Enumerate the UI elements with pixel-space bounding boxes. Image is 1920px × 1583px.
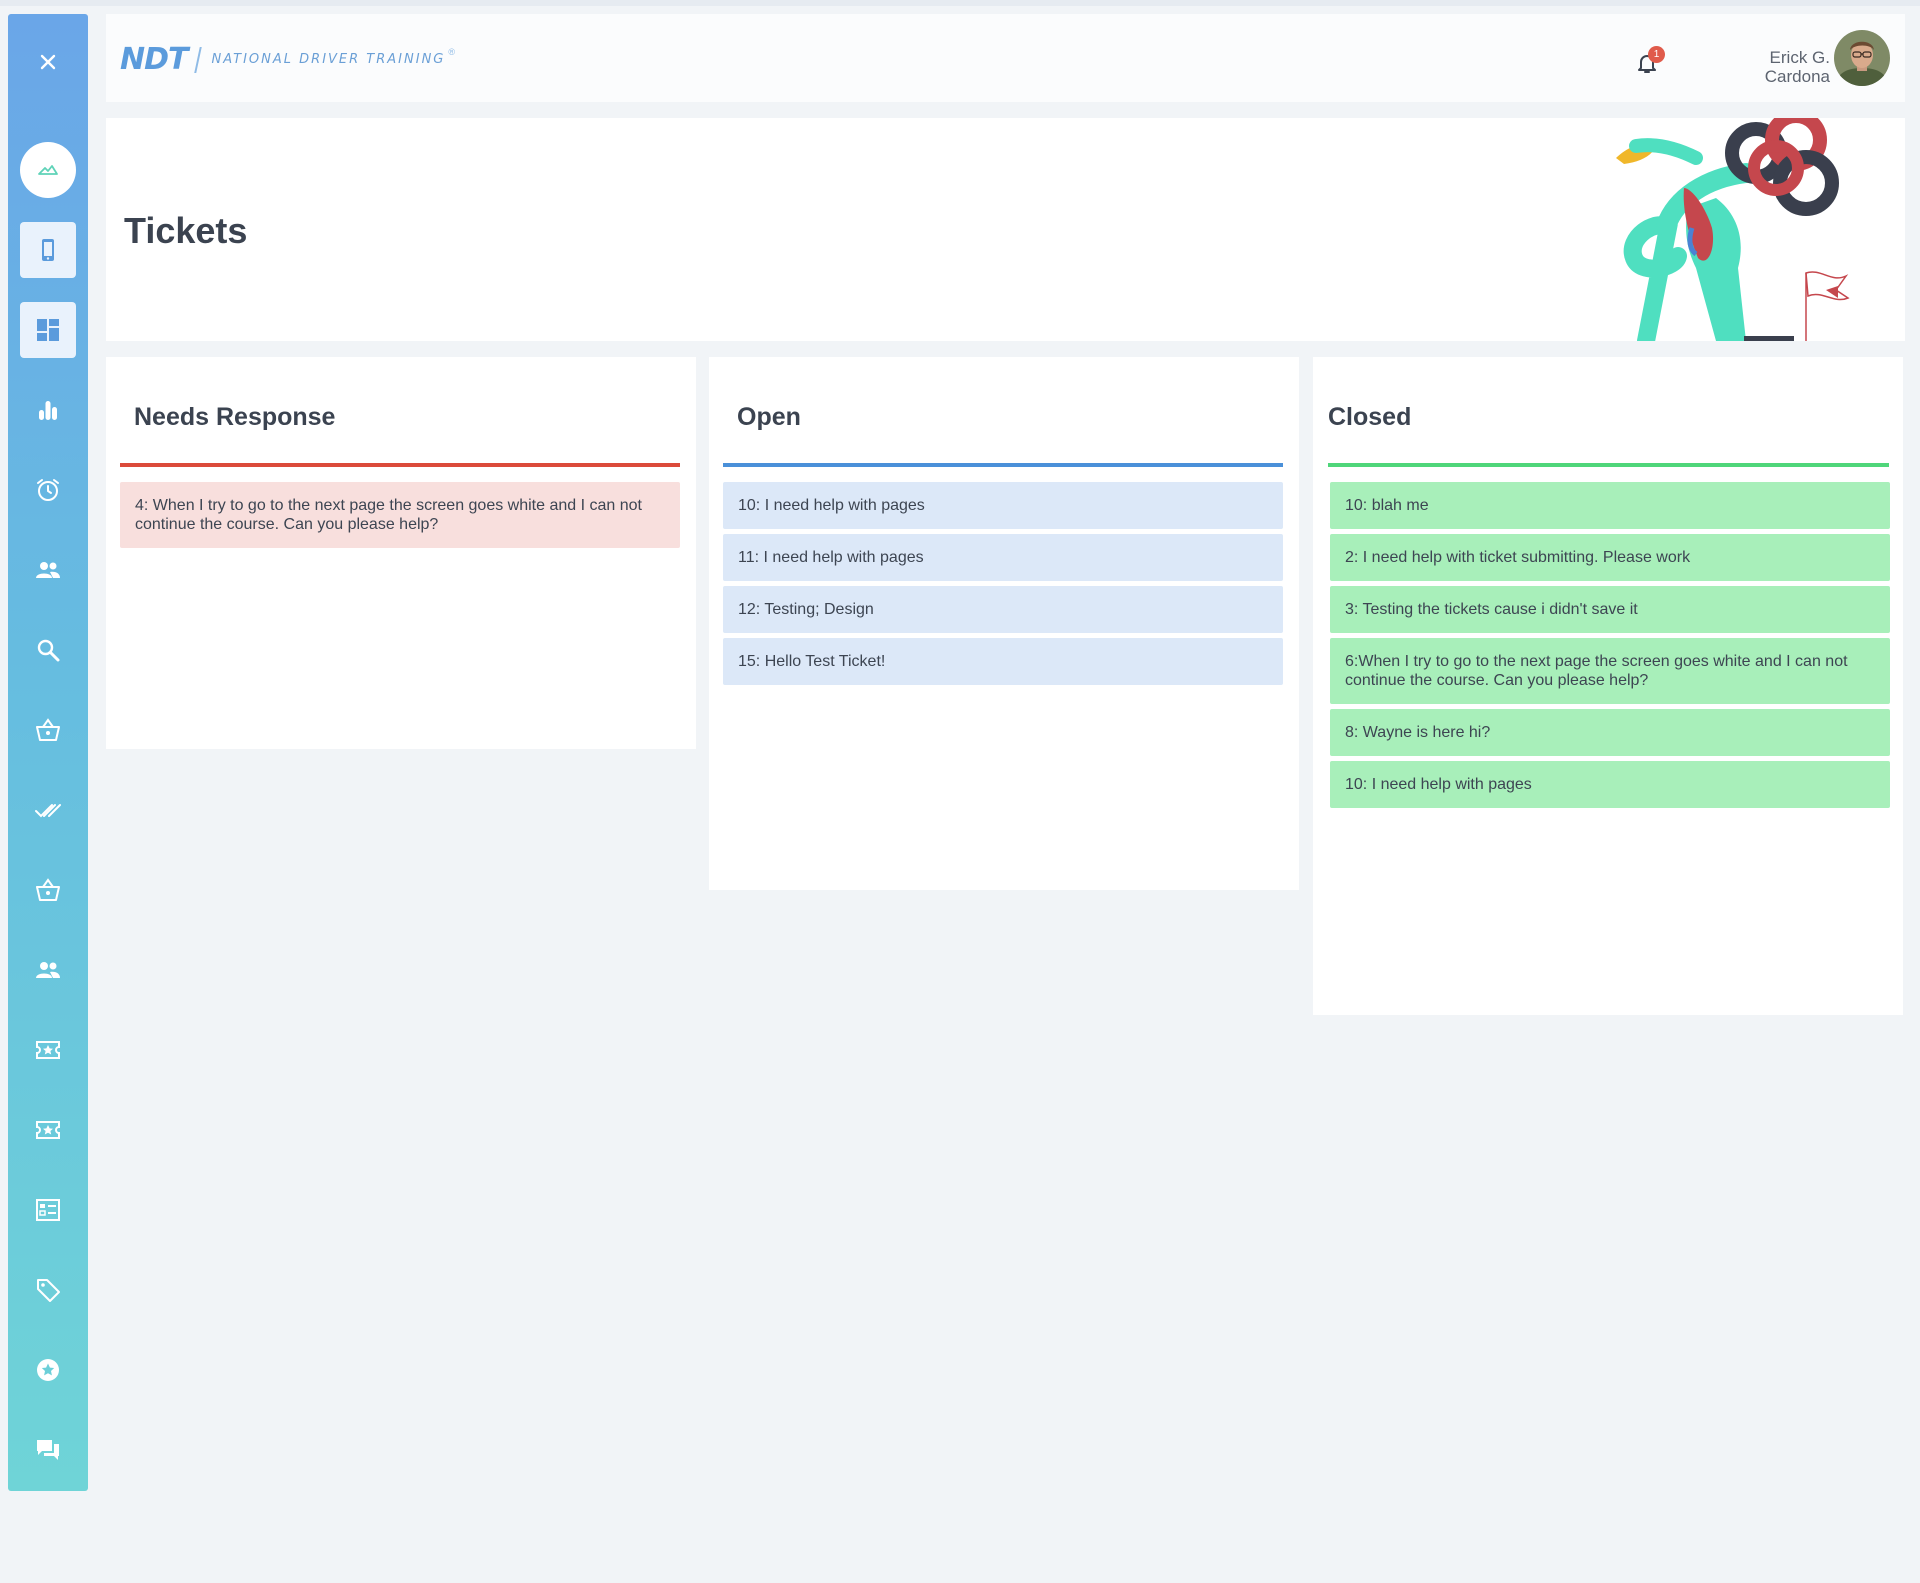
user-name[interactable]: Erick G. Cardona: [1734, 48, 1830, 86]
sidebar-item-users[interactable]: [20, 542, 76, 598]
ticket-card[interactable]: 10: I need help with pages: [1330, 761, 1890, 808]
page-title: Tickets: [124, 210, 248, 251]
ticket-card[interactable]: 12: Testing; Design: [723, 586, 1283, 633]
sidebar-item-mobile[interactable]: [20, 222, 76, 278]
user-first-name: Erick G.: [1769, 48, 1830, 67]
sidebar-item-tickets-2[interactable]: [20, 1102, 76, 1158]
search-icon: [37, 639, 60, 662]
logo-mark: NDT: [120, 42, 188, 77]
tag-icon: [37, 1279, 60, 1302]
ticket-card[interactable]: 6:When I try to go to the next page the …: [1330, 638, 1890, 704]
ticket-list: 10: I need help with pages 11: I need he…: [723, 482, 1283, 690]
home-icon: [38, 165, 58, 175]
sidebar-item-dashboard[interactable]: [20, 302, 76, 358]
ticket-card[interactable]: 11: I need help with pages: [723, 534, 1283, 581]
logo[interactable]: NDT NATIONAL DRIVER TRAINING ®: [120, 42, 455, 77]
column-open: Open 10: I need help with pages 11: I ne…: [709, 357, 1299, 890]
avatar[interactable]: [1834, 30, 1890, 86]
column-title: Needs Response: [134, 403, 336, 431]
column-title: Closed: [1328, 403, 1412, 431]
ticket-card[interactable]: 10: blah me: [1330, 482, 1890, 529]
sidebar-item-checklist[interactable]: [20, 1182, 76, 1238]
column-divider: [723, 463, 1283, 467]
ticket-card[interactable]: 10: I need help with pages: [723, 482, 1283, 529]
sidebar: [8, 14, 88, 1491]
logo-divider: [194, 46, 203, 73]
column-title: Open: [737, 403, 801, 431]
sidebar-item-tags[interactable]: [20, 1262, 76, 1318]
sidebar-item-home[interactable]: [20, 142, 76, 198]
top-header: NDT NATIONAL DRIVER TRAINING ® 1 Erick G…: [106, 14, 1905, 102]
bar-chart-icon: [39, 401, 57, 420]
sidebar-item-alarm[interactable]: [20, 462, 76, 518]
user-last-name: Cardona: [1764, 67, 1830, 86]
sidebar-item-users-2[interactable]: [20, 942, 76, 998]
close-sidebar-button[interactable]: [20, 34, 76, 90]
ticket-card[interactable]: 15: Hello Test Ticket!: [723, 638, 1283, 685]
column-divider: [120, 463, 680, 467]
ticket-star-icon: [36, 1121, 60, 1139]
avatar-image: [1834, 30, 1890, 86]
ticket-star-icon: [36, 1041, 60, 1059]
page-banner: Tickets: [106, 118, 1905, 341]
logo-registered-mark: ®: [448, 46, 456, 57]
chat-icon: [37, 1440, 59, 1460]
alarm-icon: [37, 479, 59, 501]
basket-icon: [36, 878, 60, 901]
checklist-icon: [36, 1199, 60, 1221]
sidebar-item-done[interactable]: [20, 782, 76, 838]
logo-tagline: NATIONAL DRIVER TRAINING: [211, 52, 446, 67]
runner-illustration: [1616, 118, 1850, 341]
close-icon: [40, 54, 56, 70]
ticket-card[interactable]: 4: When I try to go to the next page the…: [120, 482, 680, 548]
sidebar-item-basket-2[interactable]: [20, 862, 76, 918]
basket-icon: [36, 718, 60, 741]
users-icon: [36, 562, 60, 578]
sidebar-item-reports[interactable]: [20, 382, 76, 438]
column-divider: [1328, 463, 1889, 467]
notification-count-badge: 1: [1648, 46, 1665, 63]
sidebar-item-basket[interactable]: [20, 702, 76, 758]
column-closed: Closed 10: blah me 2: I need help with t…: [1313, 357, 1903, 1015]
dashboard-icon: [37, 319, 59, 341]
ticket-card[interactable]: 3: Testing the tickets cause i didn't sa…: [1330, 586, 1890, 633]
ticket-card[interactable]: 8: Wayne is here hi?: [1330, 709, 1890, 756]
top-strip: [0, 0, 1920, 6]
sidebar-item-chat[interactable]: [20, 1422, 76, 1478]
notifications-button[interactable]: 1: [1634, 46, 1665, 76]
column-needs-response: Needs Response 4: When I try to go to th…: [106, 357, 696, 749]
sidebar-item-favorites[interactable]: [20, 1342, 76, 1398]
ticket-card[interactable]: 2: I need help with ticket submitting. P…: [1330, 534, 1890, 581]
users-icon: [36, 962, 60, 978]
star-circle-icon: [37, 1359, 59, 1381]
ticket-list: 4: When I try to go to the next page the…: [120, 482, 680, 553]
double-check-icon: [35, 804, 61, 818]
sidebar-item-search[interactable]: [20, 622, 76, 678]
sidebar-item-tickets[interactable]: [20, 1022, 76, 1078]
mobile-icon: [42, 239, 54, 261]
ticket-list: 10: blah me 2: I need help with ticket s…: [1330, 482, 1890, 813]
